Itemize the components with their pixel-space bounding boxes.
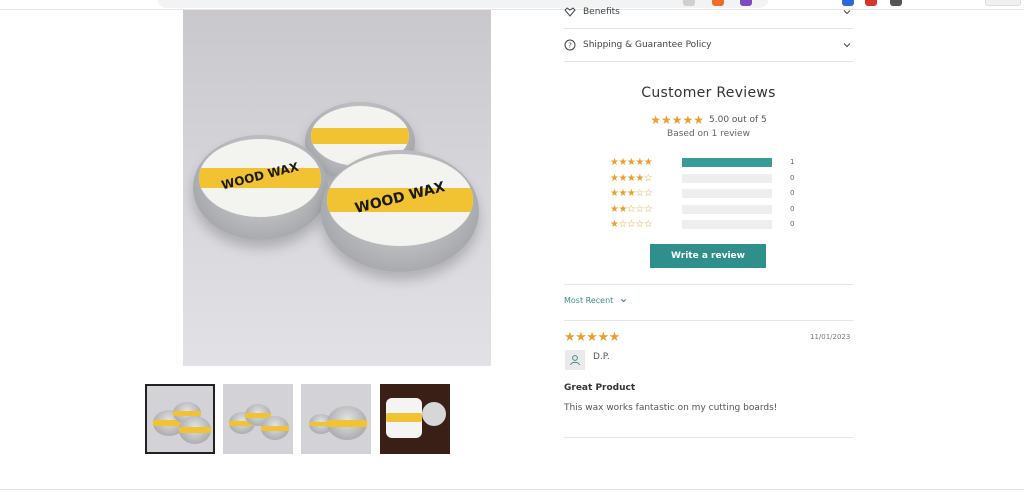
- user-icon: [570, 355, 580, 366]
- wax-tin-image: WOOD WAX: [193, 135, 328, 240]
- histogram-stars: ★☆☆☆☆: [610, 218, 653, 230]
- histogram-fill: [682, 157, 772, 167]
- average-stars: ★★★★★: [650, 113, 705, 127]
- divider: [564, 284, 853, 285]
- histogram-bar: [682, 204, 772, 214]
- product-main-image[interactable]: WOOD WAX WOOD WAX: [183, 10, 491, 366]
- rating-histogram-row[interactable]: ★★★★☆ 0: [610, 172, 794, 184]
- accordion-shipping-guarantee[interactable]: ? Shipping & Guarantee Policy: [564, 29, 853, 62]
- chevron-down-icon: [621, 299, 627, 303]
- product-thumbnail-3[interactable]: [301, 384, 371, 454]
- histogram-count: 0: [790, 174, 795, 182]
- average-rating: ★★★★★ 5.00 out of 5: [564, 113, 853, 127]
- accordion-benefits[interactable]: Benefits: [564, 0, 853, 29]
- divider: [564, 437, 853, 438]
- rating-histogram-row[interactable]: ★★☆☆☆ 0: [610, 203, 794, 215]
- browser-toolbar: [0, 0, 1024, 10]
- question-circle-icon: ?: [564, 39, 576, 51]
- rating-histogram-row[interactable]: ★☆☆☆☆ 0: [610, 218, 794, 230]
- write-review-button[interactable]: Write a review: [650, 244, 766, 268]
- chevron-down-icon: [843, 43, 851, 48]
- review-title: Great Product: [564, 383, 636, 393]
- review-date: 11/01/2023: [810, 333, 851, 341]
- rating-histogram-row[interactable]: ★★★☆☆ 0: [610, 187, 794, 199]
- product-thumbnail-2[interactable]: [223, 384, 293, 454]
- profile-button[interactable]: [985, 0, 1021, 6]
- accordion-label: Benefits: [583, 7, 620, 17]
- wax-tin-image: WOOD WAX: [321, 150, 479, 272]
- accordion-label: Shipping & Guarantee Policy: [583, 40, 712, 50]
- histogram-count: 0: [790, 189, 795, 197]
- rating-histogram-row[interactable]: ★★★★★ 1: [610, 156, 794, 168]
- product-thumbnail-4[interactable]: [380, 384, 450, 454]
- review-count: Based on 1 review: [667, 129, 750, 139]
- sort-dropdown[interactable]: Most Recent: [564, 296, 628, 305]
- extension-icon[interactable]: [865, 0, 877, 6]
- product-thumbnail-1[interactable]: [145, 384, 215, 454]
- histogram-bar: [682, 188, 772, 198]
- histogram-count: 0: [790, 205, 795, 213]
- review-body: This wax works fantastic on my cutting b…: [564, 403, 778, 413]
- average-text: 5.00 out of 5: [709, 115, 767, 125]
- divider: [564, 320, 853, 321]
- histogram-stars: ★★★★★: [610, 156, 653, 168]
- sort-label: Most Recent: [564, 296, 614, 305]
- chevron-down-icon: [843, 10, 851, 15]
- extension-icon[interactable]: [890, 0, 902, 6]
- histogram-count: 0: [790, 220, 795, 228]
- svg-text:?: ?: [568, 42, 572, 50]
- histogram-stars: ★★★★☆: [610, 172, 653, 184]
- footer-divider: [0, 489, 1024, 490]
- reviews-title: Customer Reviews: [641, 85, 776, 101]
- review-stars: ★★★★★: [564, 330, 620, 345]
- heart-icon: [564, 6, 576, 18]
- histogram-count: 1: [790, 158, 795, 166]
- histogram-bar: [682, 219, 772, 229]
- reviewer-name: D.P.: [593, 352, 610, 362]
- histogram-bar: [682, 173, 772, 183]
- avatar: [565, 350, 585, 370]
- histogram-stars: ★★☆☆☆: [610, 203, 653, 215]
- histogram-stars: ★★★☆☆: [610, 187, 653, 199]
- histogram-bar: [682, 157, 772, 167]
